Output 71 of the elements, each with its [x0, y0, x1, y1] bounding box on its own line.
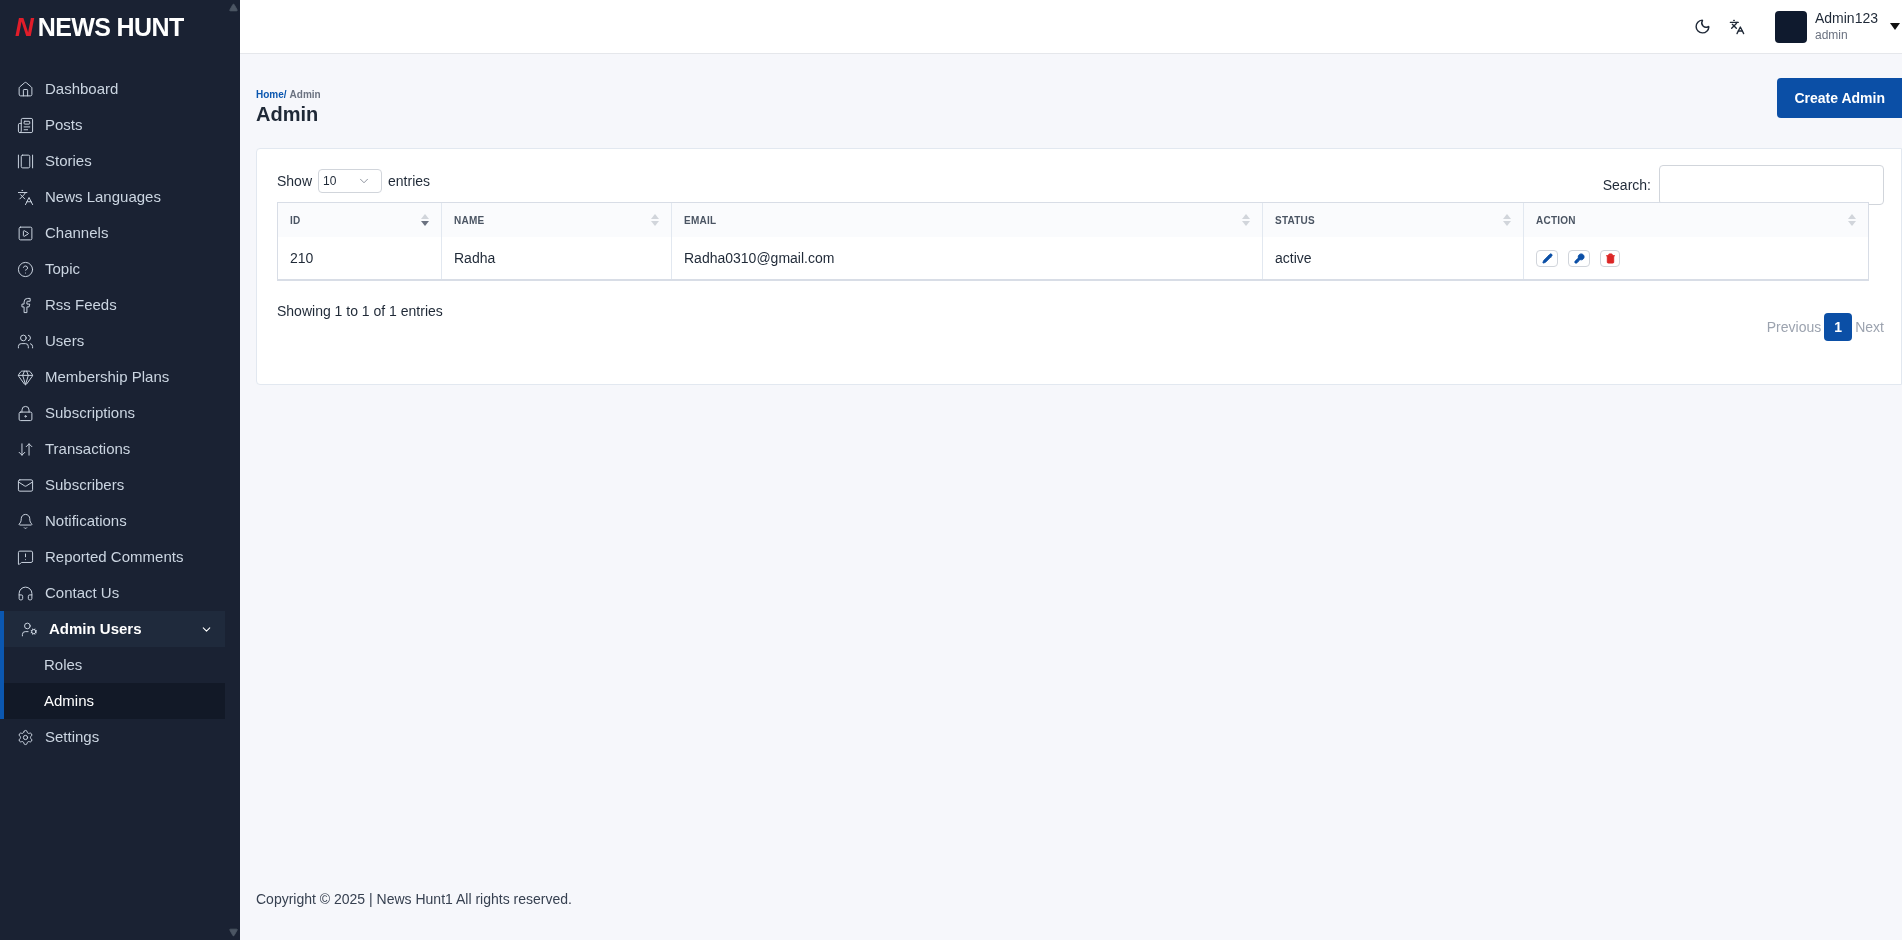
sidebar-item[interactable]: Channels [0, 215, 225, 251]
user-name: Admin123 [1814, 10, 1878, 28]
page-size-select[interactable]: 10 [318, 169, 383, 193]
show-label: Show [277, 171, 313, 191]
sidebar-item[interactable]: Stories [0, 143, 225, 179]
table-cell: Radha [442, 237, 672, 279]
table-cell: Radha0310@gmail.com [672, 237, 1263, 279]
page-title: Admin [256, 102, 320, 127]
user-role: admin [1814, 27, 1849, 43]
play-icon [17, 224, 34, 242]
sidebar-item[interactable]: Rss Feeds [0, 287, 225, 323]
house-icon [17, 80, 34, 98]
sidebar-subitem[interactable]: Roles [4, 647, 225, 683]
column-header[interactable]: ACTION [1524, 203, 1868, 237]
breadcrumb-current: Admin [289, 88, 321, 102]
search-field[interactable] [1659, 165, 1884, 205]
headphones-icon [17, 584, 34, 602]
search-label: Search: [1602, 175, 1651, 195]
diamond-icon [17, 368, 34, 386]
footer-text: Copyright © 2025 | News Hunt1 All rights reserved. [256, 890, 573, 909]
key-button[interactable] [1568, 249, 1590, 267]
delete-button[interactable] [1600, 249, 1620, 267]
sidebar-item[interactable]: Reported Comments [0, 539, 225, 575]
sidebar-item[interactable]: Users [0, 323, 225, 359]
column-header[interactable]: STATUS [1263, 203, 1524, 237]
table-cell: 210 [278, 237, 442, 279]
bell-icon [17, 512, 34, 530]
sidebar-item[interactable]: News Languages [0, 179, 225, 215]
sidebar-item[interactable]: Notifications [0, 503, 225, 539]
moon-icon[interactable] [1693, 18, 1711, 35]
avatar-image [1774, 10, 1807, 43]
logo-text: NEWS HUNT [37, 14, 184, 40]
sidebar-item[interactable]: Subscriptions [0, 395, 225, 431]
sidebar-item[interactable]: Subscribers [0, 467, 225, 503]
edit-button[interactable] [1536, 249, 1558, 267]
users-icon [17, 332, 34, 350]
translate-icon[interactable] [1728, 18, 1745, 35]
translate-icon [17, 188, 34, 206]
user-gear-icon [21, 620, 38, 638]
sidebar-item[interactable]: Membership Plans [0, 359, 225, 395]
dropdown-caret-icon[interactable] [1890, 23, 1900, 30]
page-button[interactable]: 1 [1824, 313, 1853, 341]
scroll-down-icon [229, 928, 238, 937]
scroll-up-icon [229, 3, 238, 12]
column-header[interactable]: EMAIL [672, 203, 1263, 237]
column-header[interactable]: NAME [442, 203, 672, 237]
sidebar-item[interactable]: Topic [0, 251, 225, 287]
sidebar-item[interactable]: Dashboard [0, 71, 225, 107]
column-header[interactable]: ID [278, 203, 442, 237]
arrows-icon [17, 440, 34, 458]
key-icon [1573, 252, 1585, 264]
table-cell: active [1263, 237, 1524, 279]
entries-label: entries [388, 171, 431, 191]
logo-mark: N [15, 14, 34, 40]
sidebar-item[interactable]: Contact Us [0, 575, 225, 611]
mail-icon [17, 476, 34, 494]
pencil-icon [1541, 252, 1553, 264]
sidebar-item[interactable]: Admin Users [0, 611, 225, 647]
create-admin-button[interactable]: Create Admin [1777, 78, 1902, 118]
sidebar-item[interactable]: Transactions [0, 431, 225, 467]
sidebar-item[interactable]: Posts [0, 107, 225, 143]
sidebar-subitem[interactable]: Admins [4, 683, 225, 719]
message-alert-icon [17, 548, 34, 566]
lock-icon [17, 404, 34, 422]
sidebar-item[interactable]: Settings [0, 719, 225, 755]
breadcrumb-link[interactable]: Home/ [256, 87, 287, 102]
gear-icon [17, 728, 34, 746]
list-icon [17, 116, 34, 134]
table-info: Showing 1 to 1 of 1 entries [277, 302, 443, 321]
slides-icon [17, 152, 34, 170]
trash-icon [1604, 252, 1616, 264]
